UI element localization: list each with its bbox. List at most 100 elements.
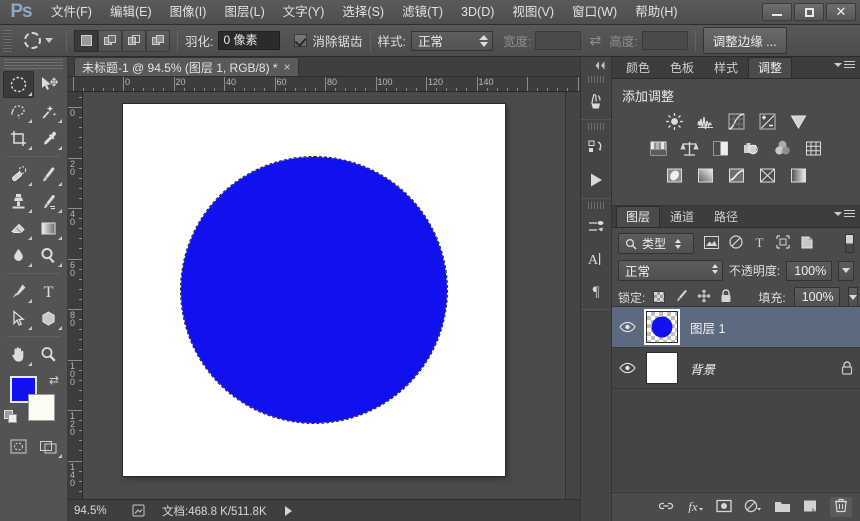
swap-width-height-icon[interactable]: ⇄ — [589, 32, 601, 49]
spot-healing-brush-tool[interactable] — [3, 161, 34, 188]
close-icon[interactable]: × — [284, 60, 291, 74]
filter-pixel-icon[interactable] — [704, 235, 719, 252]
vibrance-icon[interactable] — [789, 112, 808, 131]
lasso-tool[interactable] — [3, 98, 34, 125]
layer-name[interactable]: 图层 1 — [684, 318, 860, 337]
default-colors-icon[interactable] — [4, 410, 18, 427]
close-icon[interactable]: ✕ — [826, 3, 856, 21]
new-selection-button[interactable] — [74, 29, 98, 52]
posterize-icon[interactable] — [696, 166, 715, 185]
maximize-icon[interactable] — [794, 3, 824, 21]
selective-color-icon[interactable] — [758, 166, 777, 185]
fill-dropdown-icon[interactable] — [847, 287, 858, 307]
tab-swatches[interactable]: 色板 — [660, 57, 704, 78]
brush-tool[interactable] — [34, 161, 65, 188]
options-bar-grip[interactable] — [3, 29, 12, 52]
feather-input[interactable]: 0 像素 — [218, 31, 281, 50]
swap-colors-icon[interactable]: ⇄ — [49, 373, 59, 387]
menu-item-edit[interactable]: 编辑(E) — [101, 1, 161, 23]
menu-item-file[interactable]: 文件(F) — [42, 1, 101, 23]
layer-style-fx-icon[interactable]: fx — [686, 499, 704, 516]
actions-play-icon[interactable] — [581, 164, 611, 196]
curves-icon[interactable] — [727, 112, 746, 131]
dodge-tool[interactable] — [34, 242, 65, 269]
magic-wand-tool[interactable] — [34, 98, 65, 125]
character-panel-icon[interactable]: A — [581, 243, 611, 275]
shape-tool[interactable] — [34, 305, 65, 332]
dock-grip[interactable] — [588, 123, 604, 130]
dock-grip[interactable] — [588, 76, 604, 83]
brush-panel-icon[interactable] — [581, 85, 611, 117]
document-preview-icon[interactable] — [126, 504, 152, 517]
move-tool[interactable] — [34, 71, 65, 98]
add-to-selection-button[interactable] — [98, 29, 122, 52]
layer-name[interactable]: 背景 — [684, 359, 834, 378]
width-input[interactable] — [535, 31, 582, 50]
toolbox-grip[interactable] — [4, 59, 63, 70]
panel-menu-icon[interactable] — [834, 61, 855, 68]
filter-adjustment-icon[interactable] — [729, 235, 743, 252]
lock-all-icon[interactable] — [720, 288, 732, 306]
brush-presets-icon[interactable] — [581, 211, 611, 243]
menu-item-window[interactable]: 窗口(W) — [563, 1, 626, 23]
tab-paths[interactable]: 路径 — [704, 206, 748, 227]
blur-tool[interactable] — [3, 242, 34, 269]
layer-filter-toggle[interactable] — [845, 234, 854, 253]
photo-filter-icon[interactable] — [742, 139, 761, 158]
minimize-icon[interactable] — [762, 3, 792, 21]
lock-image-icon[interactable] — [674, 289, 688, 305]
brightness-contrast-icon[interactable] — [665, 112, 684, 131]
history-panel-icon[interactable] — [581, 132, 611, 164]
menu-item-help[interactable]: 帮助(H) — [626, 1, 686, 23]
zoom-tool[interactable] — [34, 341, 65, 368]
color-lookup-icon[interactable] — [804, 139, 823, 158]
new-group-icon[interactable] — [774, 499, 791, 516]
link-layers-icon[interactable] — [658, 499, 674, 516]
eraser-tool[interactable] — [3, 215, 34, 242]
filter-shape-icon[interactable] — [776, 235, 790, 252]
menu-item-select[interactable]: 选择(S) — [333, 1, 393, 23]
gradient-map-icon[interactable] — [789, 166, 808, 185]
vertical-ruler[interactable]: 0 20 40 60 80 100 120 140 — [68, 92, 83, 499]
type-tool[interactable]: T — [34, 278, 65, 305]
exposure-icon[interactable] — [758, 112, 777, 131]
tab-adjustments[interactable]: 调整 — [748, 57, 793, 78]
table-row[interactable]: 图层 1 — [612, 307, 860, 348]
intersect-selection-button[interactable] — [146, 29, 170, 52]
layer-visibility-icon[interactable] — [614, 362, 640, 374]
dock-grip[interactable] — [588, 202, 604, 209]
channel-mixer-icon[interactable] — [773, 139, 792, 158]
opacity-input[interactable]: 100% — [786, 260, 833, 281]
lock-transparent-icon[interactable] — [653, 291, 666, 303]
invert-icon[interactable] — [665, 166, 684, 185]
elliptical-marquee-tool[interactable] — [3, 71, 34, 98]
collapse-dock-icon[interactable] — [581, 57, 611, 73]
new-layer-icon[interactable] — [803, 499, 818, 516]
panel-menu-icon[interactable] — [834, 210, 855, 217]
clone-stamp-tool[interactable] — [3, 188, 34, 215]
menu-item-image[interactable]: 图像(I) — [161, 1, 216, 23]
paragraph-panel-icon[interactable]: ¶ — [581, 275, 611, 307]
threshold-icon[interactable] — [727, 166, 746, 185]
filter-type-icon[interactable]: T — [753, 235, 766, 252]
height-input[interactable] — [641, 31, 688, 50]
status-menu-arrow[interactable] — [284, 505, 292, 516]
filter-smart-icon[interactable] — [800, 235, 814, 252]
antialias-checkbox[interactable] — [294, 34, 308, 47]
screen-mode-icon[interactable] — [34, 433, 65, 460]
opacity-dropdown-icon[interactable] — [838, 260, 854, 281]
color-balance-icon[interactable] — [680, 139, 699, 158]
layer-filter-select[interactable]: 类型 — [618, 233, 694, 254]
pen-tool[interactable] — [3, 278, 34, 305]
history-brush-tool[interactable] — [34, 188, 65, 215]
layer-thumbnail-wrap[interactable] — [640, 311, 684, 343]
levels-icon[interactable] — [696, 112, 715, 131]
menu-item-view[interactable]: 视图(V) — [503, 1, 563, 23]
add-layer-mask-icon[interactable] — [716, 499, 732, 516]
subtract-from-selection-button[interactable] — [122, 29, 146, 52]
table-row[interactable]: 背景 — [612, 348, 860, 389]
tab-channels[interactable]: 通道 — [660, 206, 704, 227]
vertical-scrollbar[interactable] — [565, 92, 580, 499]
new-adjustment-layer-icon[interactable] — [744, 499, 762, 516]
layer-thumbnail-wrap[interactable] — [640, 352, 684, 384]
